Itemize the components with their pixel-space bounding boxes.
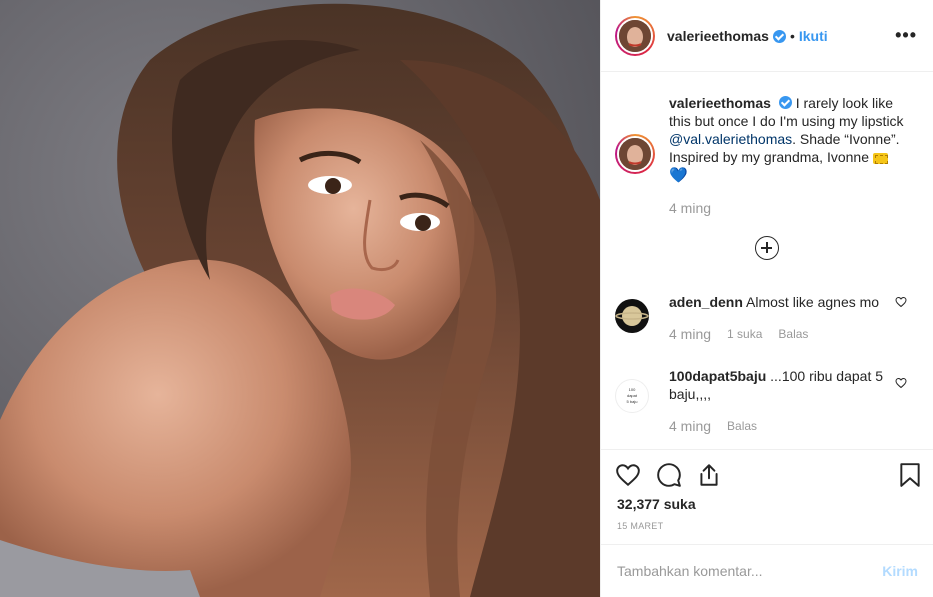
verified-badge-icon [778, 96, 792, 109]
ticket-icon [872, 152, 888, 164]
header-username[interactable]: valerieethomas [667, 28, 769, 44]
post-side-panel: valerieethomas • Ikuti ••• valerieethoma… [600, 0, 933, 597]
comment-meta: 4 ming Balas [669, 417, 889, 435]
post-container: valerieethomas • Ikuti ••• valerieethoma… [0, 0, 933, 597]
bookmark-icon[interactable] [897, 462, 923, 488]
caption-text-block: valerieethomas I rarely look like this b… [669, 94, 909, 217]
avatar-image [619, 19, 651, 52]
caption-avatar[interactable] [615, 134, 655, 174]
comment-meta: 4 ming 1 suka Balas [669, 325, 889, 343]
caption-mention-link[interactable]: @val.valeriethomas [669, 131, 792, 147]
avatar-text-line: 5 baju [626, 399, 638, 404]
post-caption: valerieethomas I rarely look like this b… [615, 94, 915, 217]
add-comment-bar: Kirim [601, 544, 933, 597]
comment-avatar[interactable] [615, 299, 649, 333]
more-options-icon[interactable]: ••• [895, 25, 917, 46]
load-more-comments-icon[interactable] [755, 236, 779, 260]
send-comment-button[interactable]: Kirim [882, 563, 918, 579]
comment-username[interactable]: aden_denn [669, 294, 743, 310]
comment-like-heart-icon[interactable] [895, 377, 907, 389]
heart-icon[interactable] [615, 462, 641, 488]
post-image[interactable] [0, 0, 600, 597]
planet-avatar-image [615, 299, 649, 333]
reply-button[interactable]: Balas [727, 417, 757, 435]
separator-dot: • [789, 27, 795, 44]
caption-timestamp[interactable]: 4 ming [669, 199, 909, 217]
caption-username[interactable]: valerieethomas [669, 95, 771, 111]
comment-username[interactable]: 100dapat5baju [669, 368, 766, 384]
share-icon[interactable] [696, 462, 722, 488]
blue-heart-emoji: 💙 [669, 167, 688, 184]
reply-button[interactable]: Balas [778, 325, 808, 343]
likes-count[interactable]: 32,377 suka [617, 496, 696, 512]
comment-item: aden_denn Almost like agnes mo 4 ming 1 … [615, 293, 925, 343]
post-actions-bar [601, 449, 933, 497]
comment-body: aden_denn Almost like agnes mo 4 ming 1 … [669, 293, 889, 343]
comment-item: 100 dapat 5 baju 100dapat5baju ...100 ri… [615, 367, 925, 435]
avatar-image [619, 138, 651, 170]
comment-body: 100dapat5baju ...100 ribu dapat 5 baju,,… [669, 367, 889, 435]
comment-like-heart-icon[interactable] [895, 296, 907, 308]
comment-icon[interactable] [656, 462, 682, 488]
comment-likes[interactable]: 1 suka [727, 325, 762, 343]
comment-timestamp[interactable]: 4 ming [669, 325, 711, 343]
comment-timestamp[interactable]: 4 ming [669, 417, 711, 435]
post-date[interactable]: 15 MARET [617, 521, 663, 531]
header-avatar[interactable] [615, 15, 655, 56]
verified-badge-icon [772, 30, 786, 43]
comment-input[interactable] [617, 563, 883, 579]
comment-text: Almost like agnes mo [746, 294, 880, 310]
follow-button[interactable]: Ikuti [799, 28, 828, 44]
portrait-illustration [0, 3, 600, 597]
comment-avatar[interactable]: 100 dapat 5 baju [615, 379, 649, 413]
post-header: valerieethomas • Ikuti ••• [601, 0, 933, 72]
